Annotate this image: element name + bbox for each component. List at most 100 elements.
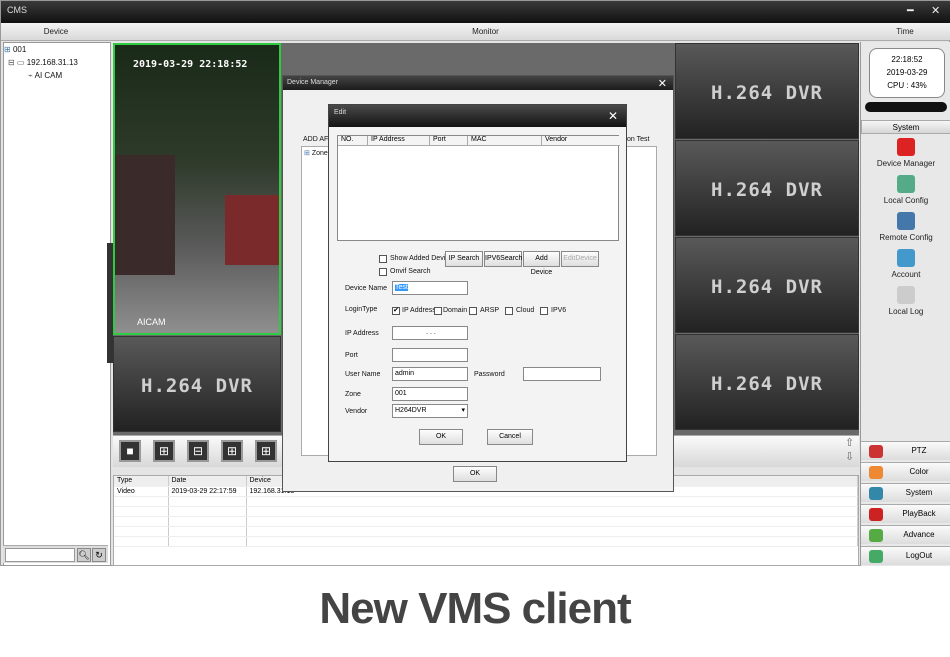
tree-node-device[interactable]: ⊟ ▭ 192.168.31.13	[4, 56, 110, 69]
title-bar: CMS ━ ✕	[1, 1, 950, 23]
advance-icon	[869, 529, 883, 542]
system-item[interactable]: Local Log	[861, 286, 950, 316]
col-vendor: Vendor	[542, 136, 620, 146]
system-item[interactable]: Account	[861, 249, 950, 279]
nav-item-ptz[interactable]: PTZ	[861, 441, 950, 460]
device-manager-title-bar: Device Manager	[283, 76, 673, 90]
edit-device-button: EditDevice	[561, 251, 599, 267]
local-config-icon	[897, 175, 915, 193]
add-device-button[interactable]: Add Device	[523, 251, 560, 276]
minimize-button[interactable]: ━	[907, 4, 914, 17]
tree-search-input[interactable]	[5, 548, 75, 562]
layout-16-icon[interactable]: ⊞	[255, 440, 277, 462]
scroll-arrows-icon[interactable]: ⇧ ⇩	[845, 436, 857, 466]
playback-icon	[869, 508, 883, 521]
device-manager-icon	[897, 138, 915, 156]
camera-name: AICAM	[137, 317, 166, 327]
color-icon	[869, 466, 883, 479]
time-header: Time	[860, 23, 950, 41]
log-header-type: Type	[114, 476, 169, 487]
login-arsp-checkbox[interactable]	[469, 307, 477, 315]
collapse-handle[interactable]	[107, 243, 113, 363]
camera-timestamp: 2019-03-29 22:18:52	[133, 59, 248, 70]
camera-view[interactable]: 2019-03-29 22:18:52 AICAM	[113, 43, 281, 335]
monitor-header: Monitor	[111, 23, 860, 41]
layout-1-icon[interactable]: ■	[119, 440, 141, 462]
nav-item-color[interactable]: Color	[861, 462, 950, 481]
status-bar	[865, 102, 947, 112]
user-name-label: User Name	[345, 371, 381, 378]
ip-address-input[interactable]: . . .	[392, 326, 468, 340]
cancel-button[interactable]: Cancel	[487, 429, 533, 445]
system-item[interactable]: Device Manager	[861, 138, 950, 168]
channel-tile[interactable]: H.264 DVR	[675, 43, 859, 139]
remote-config-icon	[897, 212, 915, 230]
channel-tile[interactable]: H.264 DVR	[675, 140, 859, 236]
ip-address-label: IP Address	[345, 330, 379, 337]
system-item[interactable]: Remote Config	[861, 212, 950, 242]
login-type-label: LoginType	[345, 306, 378, 313]
user-name-input[interactable]: admin	[392, 367, 468, 381]
layout-6-icon[interactable]: ⊟	[187, 440, 209, 462]
device-name-input[interactable]: Test	[392, 281, 468, 295]
dvr-icon: ⊟ ▭	[8, 58, 27, 67]
nav-item-advance[interactable]: Advance	[861, 525, 950, 544]
nav-item-logout[interactable]: LogOut	[861, 546, 950, 565]
tree-node-camera[interactable]: ⌁ AI CAM	[4, 69, 110, 82]
device-tree: ⊞ 001 ⊟ ▭ 192.168.31.13 ⌁ AI CAM	[4, 43, 110, 82]
add-label: ADD AF	[303, 136, 329, 143]
channel-tile[interactable]: H.264 DVR	[113, 336, 281, 432]
system-icon	[869, 487, 883, 500]
channel-tile[interactable]: H.264 DVR	[675, 334, 859, 430]
login-ip-label: IP Address	[402, 307, 436, 314]
login-cloud-checkbox[interactable]	[505, 307, 513, 315]
system-section-header: System	[861, 120, 950, 134]
password-input[interactable]	[523, 367, 601, 381]
onvif-search-checkbox[interactable]	[379, 268, 387, 276]
group-icon: ⊞	[4, 45, 13, 54]
tree-zone[interactable]: ⊞ Zone	[304, 149, 328, 157]
local-log-icon	[897, 286, 915, 304]
login-cloud-label: Cloud	[516, 307, 535, 314]
window-title: CMS	[7, 5, 27, 15]
login-domain-label: Domain	[443, 307, 468, 314]
ip-search-button[interactable]: IP Search	[445, 251, 483, 267]
device-name-label: Device Name	[345, 285, 388, 292]
channel-tile[interactable]: H.264 DVR	[675, 237, 859, 333]
login-ipv6-checkbox[interactable]	[540, 307, 548, 315]
login-ip-checkbox[interactable]: ✔	[392, 307, 400, 315]
system-item[interactable]: Local Config	[861, 175, 950, 205]
connection-test-label: on Test	[627, 136, 650, 143]
edit-title-bar: Edit	[329, 105, 626, 127]
chevron-down-icon: ▾	[461, 407, 465, 414]
zone-label: Zone	[345, 391, 361, 398]
port-input[interactable]	[392, 348, 468, 362]
layout-9-icon[interactable]: ⊞	[221, 440, 243, 462]
close-icon[interactable]: ✕	[608, 109, 618, 123]
vendor-select[interactable]: H264DVR ▾	[392, 404, 468, 418]
building-shape	[115, 155, 175, 275]
close-button[interactable]: ✕	[931, 4, 940, 17]
close-icon[interactable]: ✕	[658, 77, 667, 90]
show-added-checkbox[interactable]	[379, 255, 387, 263]
ipv6-search-button[interactable]: IPV6Search	[484, 251, 522, 267]
onvif-search-label: Onvif Search	[390, 268, 431, 275]
ok-button[interactable]: OK	[419, 429, 463, 445]
gate-shape	[225, 195, 279, 265]
ptz-icon	[869, 445, 883, 458]
col-no: NO.	[338, 136, 368, 146]
password-label: Password	[474, 371, 505, 378]
tree-search-bar: 🔍︎ ↻	[3, 545, 108, 563]
log-header-date: Date	[168, 476, 247, 487]
login-domain-checkbox[interactable]	[434, 307, 442, 315]
search-icon[interactable]: 🔍︎	[77, 548, 91, 562]
layout-4-icon[interactable]: ⊞	[153, 440, 175, 462]
zone-input[interactable]: 001	[392, 387, 468, 401]
ok-button[interactable]: OK	[453, 466, 497, 482]
refresh-icon[interactable]: ↻	[92, 548, 106, 562]
nav-item-playback[interactable]: PlayBack	[861, 504, 950, 523]
vendor-label: Vendor	[345, 408, 368, 415]
show-added-label: Show Added Devic	[390, 255, 449, 262]
nav-item-system[interactable]: System	[861, 483, 950, 502]
tree-node-root[interactable]: ⊞ 001	[4, 43, 110, 56]
